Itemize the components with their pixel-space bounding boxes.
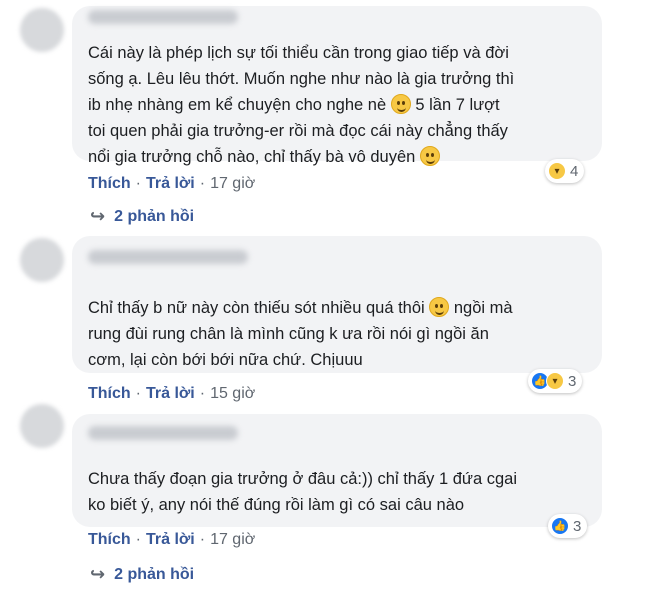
- comment-text: Cái này là phép lịch sự tối thiểu cần tr…: [88, 40, 515, 170]
- comment-line-text: Chỉ thấy b nữ này còn thiếu sót nhiều qu…: [88, 299, 425, 317]
- comment-actions: Thích · Trả lời · 15 giờ: [88, 385, 255, 403]
- avatar[interactable]: [20, 404, 64, 448]
- comment-line: rung đùi rung chân là mình cũng k ưa rồi…: [88, 325, 489, 343]
- separator-dot: ·: [199, 531, 206, 548]
- separator-dot: ·: [199, 175, 206, 192]
- comment-actions: Thích · Trả lời · 17 giờ: [88, 175, 255, 193]
- timestamp[interactable]: 17 giờ: [210, 531, 255, 549]
- replies-label: 2 phản hồi: [114, 565, 195, 583]
- like-link[interactable]: Thích: [88, 385, 131, 403]
- comment-line-text: nổi gia trưởng chỗ nào, chỉ thấy bà vô d…: [88, 148, 416, 166]
- reply-link[interactable]: Trả lời: [146, 531, 195, 549]
- comment-line: sống ạ. Lêu lêu thớt. Muốn nghe như nào …: [88, 70, 515, 88]
- reaction-count: 3: [573, 517, 582, 535]
- haha-reaction-icon: ▾: [548, 162, 566, 180]
- comment-line: ko biết ý, any nói thế đúng rồi làm gì c…: [88, 496, 465, 514]
- separator-dot: ·: [135, 175, 141, 192]
- view-replies-link[interactable]: ↪ 2 phản hồi: [90, 206, 194, 227]
- separator-dot: ·: [135, 385, 141, 402]
- comment-line-tail: ngồi mà: [453, 299, 513, 317]
- smile-emoji-icon: [390, 94, 411, 114]
- comment-line-text: ib nhẹ nhàng em kể chuyện cho nghe nè: [88, 96, 387, 114]
- avatar[interactable]: [20, 8, 64, 52]
- reaction-summary[interactable]: 👍 3: [548, 514, 588, 538]
- reaction-count: 3: [568, 372, 577, 390]
- reply-link[interactable]: Trả lời: [146, 175, 195, 193]
- reply-arrow-icon: ↪: [90, 206, 106, 226]
- replies-label: 2 phản hồi: [114, 207, 195, 225]
- timestamp[interactable]: 15 giờ: [210, 385, 255, 403]
- separator-dot: ·: [199, 385, 206, 402]
- reaction-summary[interactable]: ▾ 4: [545, 159, 585, 183]
- like-link[interactable]: Thích: [88, 175, 131, 193]
- commenter-name[interactable]: [88, 250, 248, 264]
- avatar[interactable]: [20, 238, 64, 282]
- comment-line: toi quen phải gia trưởng-er rồi mà đọc c…: [88, 122, 508, 140]
- comment-line: Chỉ thấy b nữ này còn thiếu sót nhiều qu…: [88, 295, 513, 321]
- comment-actions: Thích · Trả lời · 17 giờ: [88, 531, 255, 549]
- like-link[interactable]: Thích: [88, 531, 131, 549]
- comment-text: Chỉ thấy b nữ này còn thiếu sót nhiều qu…: [88, 295, 513, 373]
- haha-reaction-icon: ▾: [546, 372, 564, 390]
- timestamp[interactable]: 17 giờ: [210, 175, 255, 193]
- reaction-summary[interactable]: 👍 ▾ 3: [528, 369, 583, 393]
- separator-dot: ·: [135, 531, 141, 548]
- comment-line: Chưa thấy đoạn gia trưởng ở đâu cả:)) ch…: [88, 470, 518, 488]
- smile-emoji-icon: [419, 146, 440, 166]
- like-reaction-icon: 👍: [551, 517, 569, 535]
- comment-line: ib nhẹ nhàng em kể chuyện cho nghe nè 5 …: [88, 92, 508, 118]
- reaction-count: 4: [570, 162, 579, 180]
- comment-line: nổi gia trưởng chỗ nào, chỉ thấy bà vô d…: [88, 144, 508, 170]
- commenter-name[interactable]: [88, 10, 238, 24]
- view-replies-link[interactable]: ↪ 2 phản hồi: [90, 564, 194, 585]
- comment-text: Chưa thấy đoạn gia trưởng ở đâu cả:)) ch…: [88, 466, 518, 518]
- reply-arrow-icon: ↪: [90, 564, 106, 584]
- commenter-name[interactable]: [88, 426, 238, 440]
- comment-line: Cái này là phép lịch sự tối thiểu cần tr…: [88, 44, 509, 62]
- comment-line: cơm, lại còn bới bới nữa chứ. Chịuuu: [88, 351, 363, 369]
- comment-line-tail: 5 lần 7 lượt: [415, 96, 500, 114]
- reply-link[interactable]: Trả lời: [146, 385, 195, 403]
- laugh-crying-emoji-icon: [429, 297, 450, 317]
